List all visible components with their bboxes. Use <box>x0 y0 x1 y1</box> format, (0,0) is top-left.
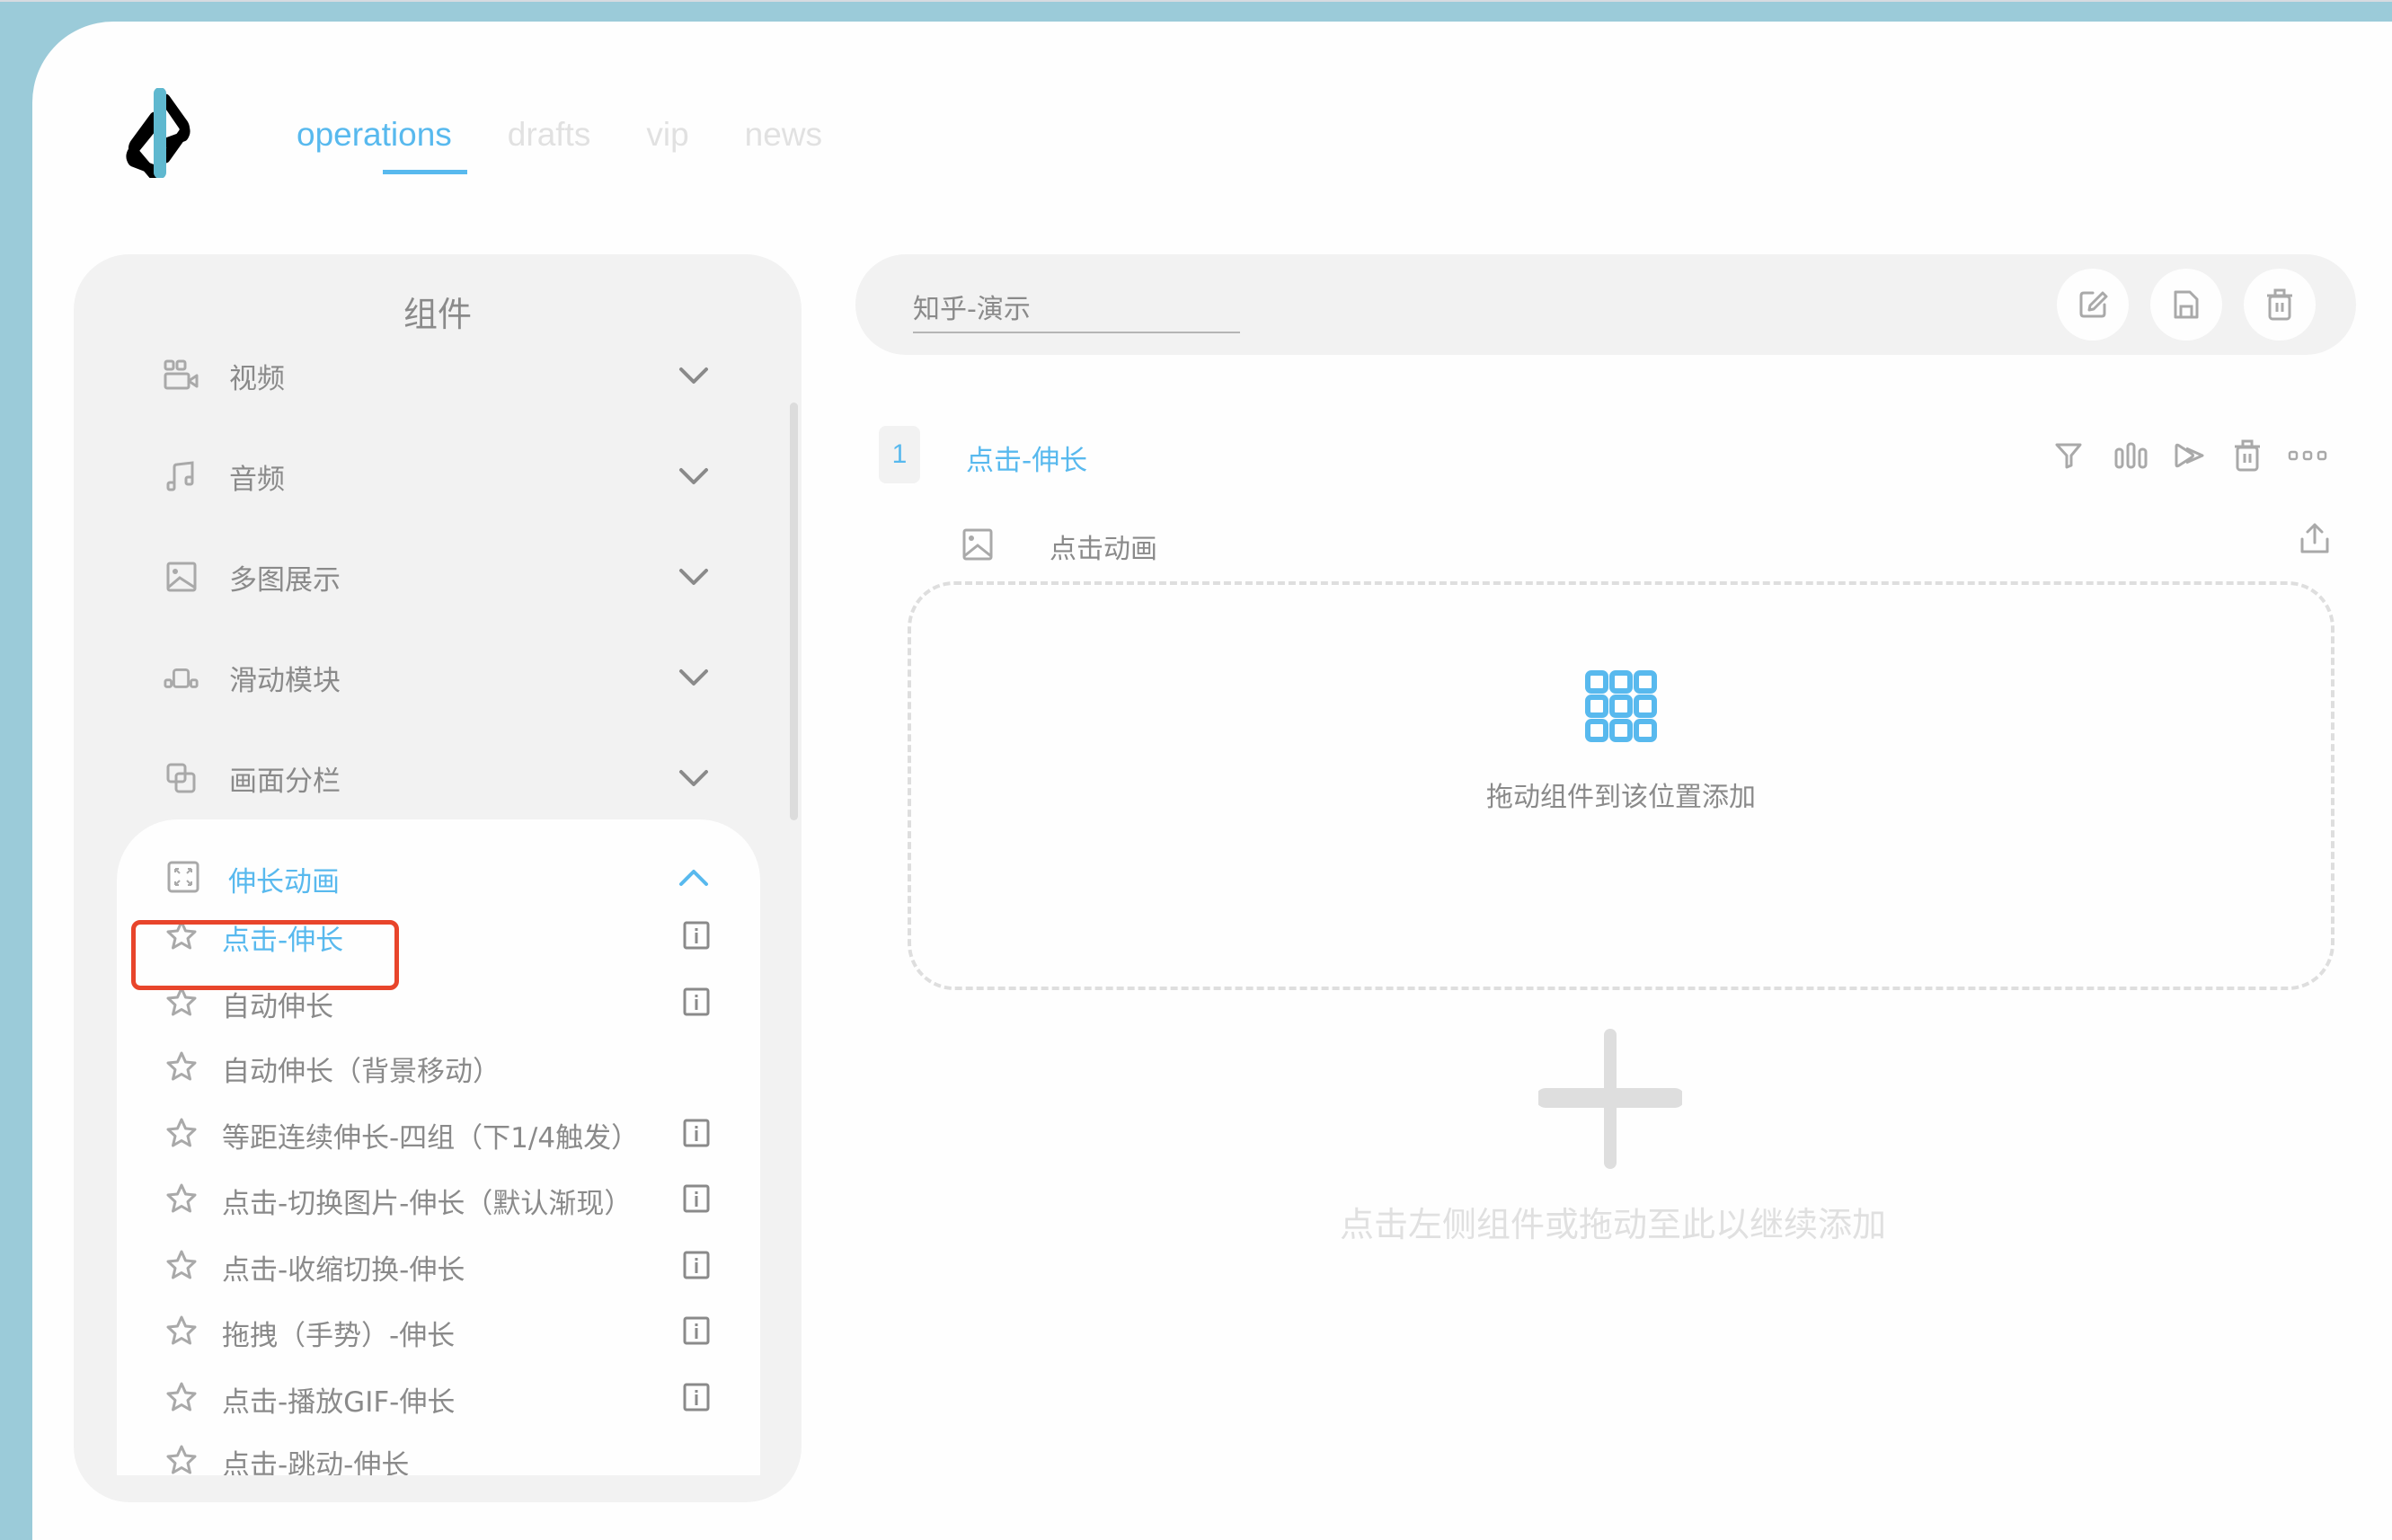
video-icon <box>164 358 199 394</box>
tab-vip[interactable]: vip <box>646 110 688 181</box>
category-multi-image[interactable]: 多图展示 <box>74 541 757 613</box>
star-icon[interactable] <box>165 1182 198 1215</box>
chevron-down-icon <box>676 659 712 695</box>
chevron-down-icon <box>676 760 712 796</box>
category-stretch-animation[interactable]: 伸长动画 <box>117 848 760 906</box>
info-icon[interactable] <box>683 921 710 950</box>
category-label: 多图展示 <box>229 563 341 597</box>
row-delete-button[interactable] <box>2229 438 2265 474</box>
bars-icon <box>2114 442 2148 469</box>
active-tab-underline <box>383 170 467 174</box>
split-icon <box>164 760 199 796</box>
category-label: 音频 <box>229 463 285 496</box>
component-item-label: 点击-伸长 <box>222 925 344 957</box>
bars-button[interactable] <box>2113 438 2149 474</box>
tab-news[interactable]: news <box>745 110 822 181</box>
more-icon <box>2288 450 2327 461</box>
star-icon[interactable] <box>165 1314 198 1347</box>
info-icon[interactable] <box>683 1383 710 1412</box>
component-item-label: 点击-播放GIF-伸长 <box>222 1386 456 1419</box>
chevron-down-icon <box>676 458 712 494</box>
component-item-label: 自动伸长（背景移动） <box>222 1056 501 1088</box>
star-icon[interactable] <box>165 1117 198 1149</box>
chevron-up-icon <box>679 870 708 886</box>
component-item[interactable]: 点击-播放GIF-伸长 <box>117 1370 760 1424</box>
star-icon[interactable] <box>165 1444 198 1475</box>
filter-icon <box>2055 443 2082 469</box>
expand-icon <box>167 861 199 893</box>
edit-button[interactable] <box>2057 269 2129 341</box>
star-icon[interactable] <box>165 986 198 1018</box>
delete-icon <box>2235 439 2260 472</box>
filter-button[interactable] <box>2051 438 2086 474</box>
component-label: 点击动画 <box>1050 534 1157 565</box>
component-item[interactable]: 拖拽（手势）-伸长 <box>117 1304 760 1358</box>
image-icon <box>164 559 199 595</box>
category-video[interactable]: 视频 <box>74 340 757 412</box>
category-label: 伸长动画 <box>228 866 340 898</box>
info-icon[interactable] <box>683 1316 710 1345</box>
category-label: 画面分栏 <box>229 765 341 798</box>
edit-icon <box>2079 291 2108 318</box>
component-item[interactable]: 自动伸长（背景移动） <box>117 1040 760 1093</box>
add-component-button[interactable] <box>1538 1026 1682 1172</box>
delete-button[interactable] <box>2244 269 2316 341</box>
category-label: 视频 <box>229 362 285 395</box>
info-icon[interactable] <box>683 987 710 1016</box>
editor-header <box>855 254 2356 355</box>
chevron-down-icon <box>676 358 712 394</box>
row-index-badge: 1 <box>879 426 920 483</box>
component-item[interactable]: 点击-切换图片-伸长（默认渐现） <box>117 1172 760 1226</box>
image-icon <box>962 528 993 561</box>
component-item[interactable]: 点击-收缩切换-伸长 <box>117 1238 760 1292</box>
grid-icon <box>1585 670 1657 742</box>
delete-icon <box>2267 288 2292 321</box>
component-item[interactable]: 等距连续伸长-四组（下1/4触发） <box>117 1106 760 1160</box>
info-icon[interactable] <box>683 1251 710 1279</box>
component-item-label: 点击-切换图片-伸长（默认渐现） <box>222 1188 633 1220</box>
page-title-input[interactable] <box>913 281 1240 333</box>
dropzone-hint: 拖动组件到该位置添加 <box>1486 782 1756 813</box>
star-icon[interactable] <box>165 1249 198 1281</box>
app-logo[interactable] <box>120 88 196 178</box>
star-icon[interactable] <box>165 919 198 951</box>
save-button[interactable] <box>2150 269 2222 341</box>
component-item-label: 点击-收缩切换-伸长 <box>222 1254 465 1287</box>
component-item-label: 拖拽（手势）-伸长 <box>222 1320 456 1352</box>
expanded-category-card: 伸长动画 点击-伸长自动伸长自动伸长（背景移动） 等距连续伸长-四组（下1/4触发… <box>117 819 760 1475</box>
category-split[interactable]: 画面分栏 <box>74 742 757 814</box>
category-slider[interactable]: 滑动模块 <box>74 642 757 713</box>
top-border <box>0 0 2392 2</box>
info-icon[interactable] <box>683 1119 710 1147</box>
sidebar-scrollbar[interactable] <box>790 403 798 820</box>
category-label: 滑动模块 <box>229 664 341 697</box>
star-icon[interactable] <box>165 1050 198 1083</box>
row-title[interactable]: 点击-伸长 <box>966 438 1087 478</box>
slider-icon <box>164 659 199 695</box>
forward-icon <box>2175 443 2204 468</box>
component-item[interactable]: 点击-跳动-伸长 <box>117 1433 760 1475</box>
forward-button[interactable] <box>2172 438 2208 474</box>
component-item-label: 点击-跳动-伸长 <box>222 1449 410 1475</box>
star-icon[interactable] <box>165 1381 198 1413</box>
component-item[interactable]: 点击-伸长 <box>117 908 760 962</box>
info-icon[interactable] <box>683 1184 710 1213</box>
add-hint-text: 点击左侧组件或拖动至此以继续添加 <box>1339 1205 1886 1244</box>
save-icon <box>2174 290 2199 319</box>
tab-drafts[interactable]: drafts <box>508 110 591 181</box>
more-button[interactable] <box>2288 438 2327 474</box>
upload-icon[interactable] <box>2297 521 2333 557</box>
component-item-label: 等距连续伸长-四组（下1/4触发） <box>222 1122 640 1155</box>
music-icon <box>164 458 199 494</box>
chevron-down-icon <box>676 559 712 595</box>
components-sidebar: 组件 视频 音频 多图展示 滑动模块 画面分栏 伸长动画 点击-伸长 自动伸长 … <box>74 254 802 1502</box>
category-audio[interactable]: 音频 <box>74 440 757 512</box>
sidebar-title: 组件 <box>403 295 472 334</box>
component-item[interactable]: 自动伸长 <box>117 975 760 1029</box>
component-item-label: 自动伸长 <box>222 991 333 1023</box>
